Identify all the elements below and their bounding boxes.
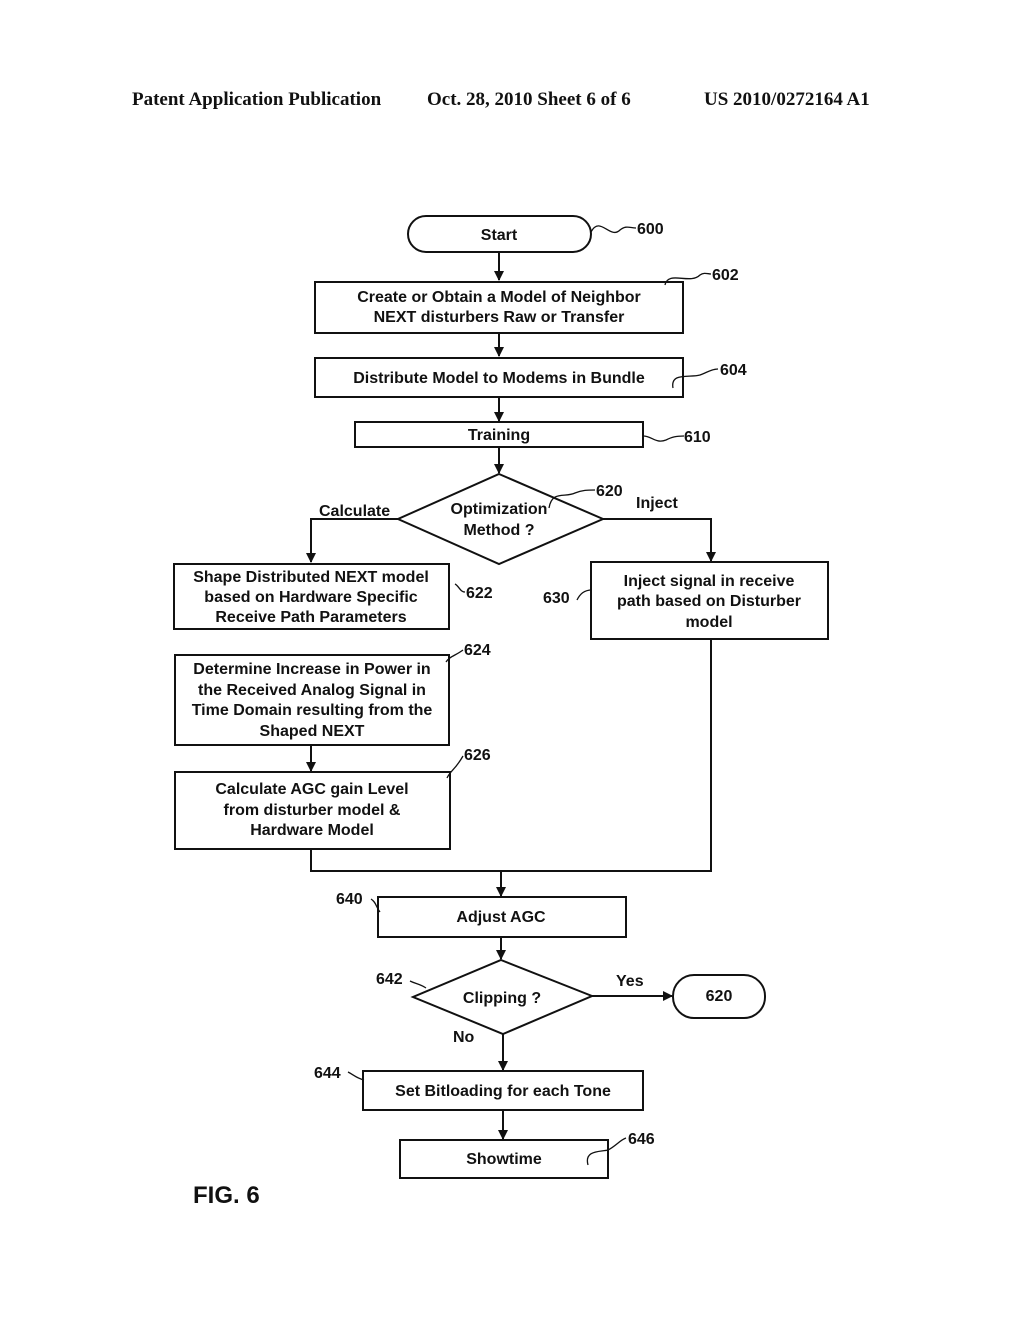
node-642-decision: Clipping ? 642 Yes No — [376, 958, 644, 1046]
node-goto-620-label: 620 — [706, 988, 733, 1005]
node-610: Training 610 — [354, 421, 711, 448]
node-start-label: Start — [481, 227, 518, 244]
ref-620: 620 — [596, 483, 623, 500]
node-644: Set Bitloading for each Tone 644 — [314, 1065, 644, 1111]
node-602-line-1: Create or Obtain a Model of Neighbor — [357, 289, 641, 306]
ref-624: 624 — [464, 642, 491, 659]
node-630-line-2: path based on Disturber — [617, 593, 801, 610]
edge-label-inject: Inject — [636, 495, 678, 512]
edge-label-no: No — [453, 1029, 475, 1046]
leader-630 — [576, 589, 593, 601]
node-626: Calculate AGC gain Level from disturber … — [174, 747, 491, 850]
node-start: Start 600 — [407, 215, 664, 253]
leader-622 — [454, 583, 466, 593]
node-604: Distribute Model to Modems in Bundle 604 — [314, 357, 747, 398]
node-622: Shape Distributed NEXT model based on Ha… — [173, 563, 493, 630]
node-624-line-3: Time Domain resulting from the — [192, 702, 433, 719]
node-624-line-2: the Received Analog Signal in — [198, 682, 426, 699]
ref-630: 630 — [543, 590, 570, 607]
node-626-line-1: Calculate AGC gain Level — [215, 781, 408, 798]
node-626-line-3: Hardware Model — [250, 822, 374, 839]
ref-604: 604 — [720, 362, 747, 379]
node-624-line-4: Shaped NEXT — [260, 723, 365, 740]
figure-label: FIG. 6 — [193, 1182, 260, 1209]
node-602: Create or Obtain a Model of Neighbor NEX… — [314, 267, 739, 334]
edge-label-yes: Yes — [616, 973, 644, 990]
leader-644 — [347, 1071, 365, 1081]
ref-644: 644 — [314, 1065, 341, 1082]
node-622-line-2: based on Hardware Specific — [204, 589, 418, 606]
node-646-label: Showtime — [466, 1151, 542, 1168]
node-604-label: Distribute Model to Modems in Bundle — [353, 370, 645, 387]
edge-620-630 — [603, 518, 716, 562]
node-630: Inject signal in receive path based on D… — [543, 561, 829, 640]
ref-602: 602 — [712, 267, 739, 284]
edge-label-calculate: Calculate — [319, 503, 390, 520]
leader-600 — [590, 225, 637, 233]
ref-642: 642 — [376, 971, 403, 988]
node-624-line-1: Determine Increase in Power in — [193, 661, 430, 678]
node-626-line-2: from disturber model & — [224, 802, 401, 819]
node-622-line-1: Shape Distributed NEXT model — [193, 569, 429, 586]
node-630-line-1: Inject signal in receive — [624, 573, 795, 590]
node-640-label: Adjust AGC — [456, 909, 546, 926]
node-620-line-1: Optimization — [451, 501, 548, 518]
ref-646: 646 — [628, 1131, 655, 1148]
ref-640: 640 — [336, 891, 363, 908]
leader-626 — [446, 755, 464, 779]
ref-610: 610 — [684, 429, 711, 446]
node-620-line-2: Method ? — [463, 522, 534, 539]
node-630-line-3: model — [685, 614, 732, 631]
node-goto-620: 620 — [672, 974, 766, 1019]
node-640: Adjust AGC 640 — [336, 891, 627, 938]
node-622-line-3: Receive Path Parameters — [215, 609, 406, 626]
node-646: Showtime 646 — [399, 1131, 655, 1179]
edge-620-622 — [306, 518, 398, 563]
node-644-label: Set Bitloading for each Tone — [395, 1083, 611, 1100]
leader-610 — [642, 435, 685, 442]
flowchart: Start 600 Create or Obtain a Model of Ne… — [173, 215, 829, 1209]
node-610-label: Training — [468, 427, 530, 444]
node-624: Determine Increase in Power in the Recei… — [174, 642, 491, 746]
node-642-label: Clipping ? — [463, 990, 541, 1007]
ref-622: 622 — [466, 585, 493, 602]
ref-626: 626 — [464, 747, 491, 764]
ref-600: 600 — [637, 221, 664, 238]
node-602-line-2: NEXT disturbers Raw or Transfer — [374, 309, 625, 326]
leader-642 — [409, 980, 427, 989]
